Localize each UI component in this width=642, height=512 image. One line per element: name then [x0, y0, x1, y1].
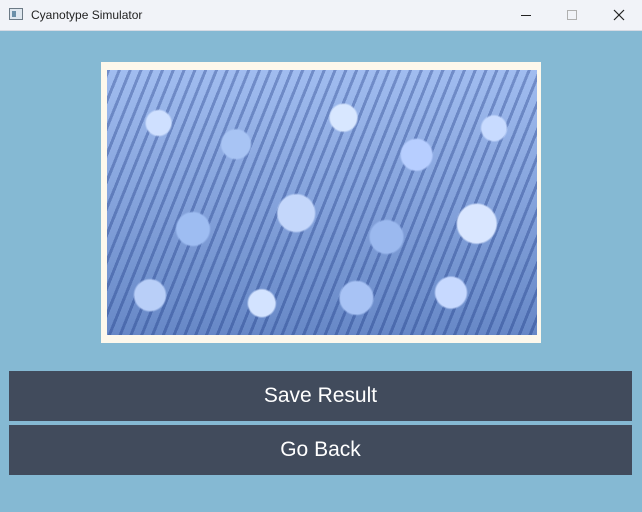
minimize-button[interactable]: [503, 0, 549, 31]
window-title: Cyanotype Simulator: [31, 8, 143, 22]
title-bar: Cyanotype Simulator: [0, 0, 642, 31]
maximize-button[interactable]: [549, 0, 595, 31]
close-button[interactable]: [596, 0, 642, 31]
tulip-field-image: [107, 70, 537, 335]
app-icon: [9, 8, 23, 20]
save-result-button[interactable]: Save Result: [9, 371, 632, 421]
maximize-icon: [567, 10, 577, 20]
minimize-icon: [521, 15, 531, 16]
close-icon: [613, 9, 625, 21]
cyanotype-image: [107, 70, 537, 335]
result-canvas: [101, 62, 541, 343]
go-back-button[interactable]: Go Back: [9, 425, 632, 475]
